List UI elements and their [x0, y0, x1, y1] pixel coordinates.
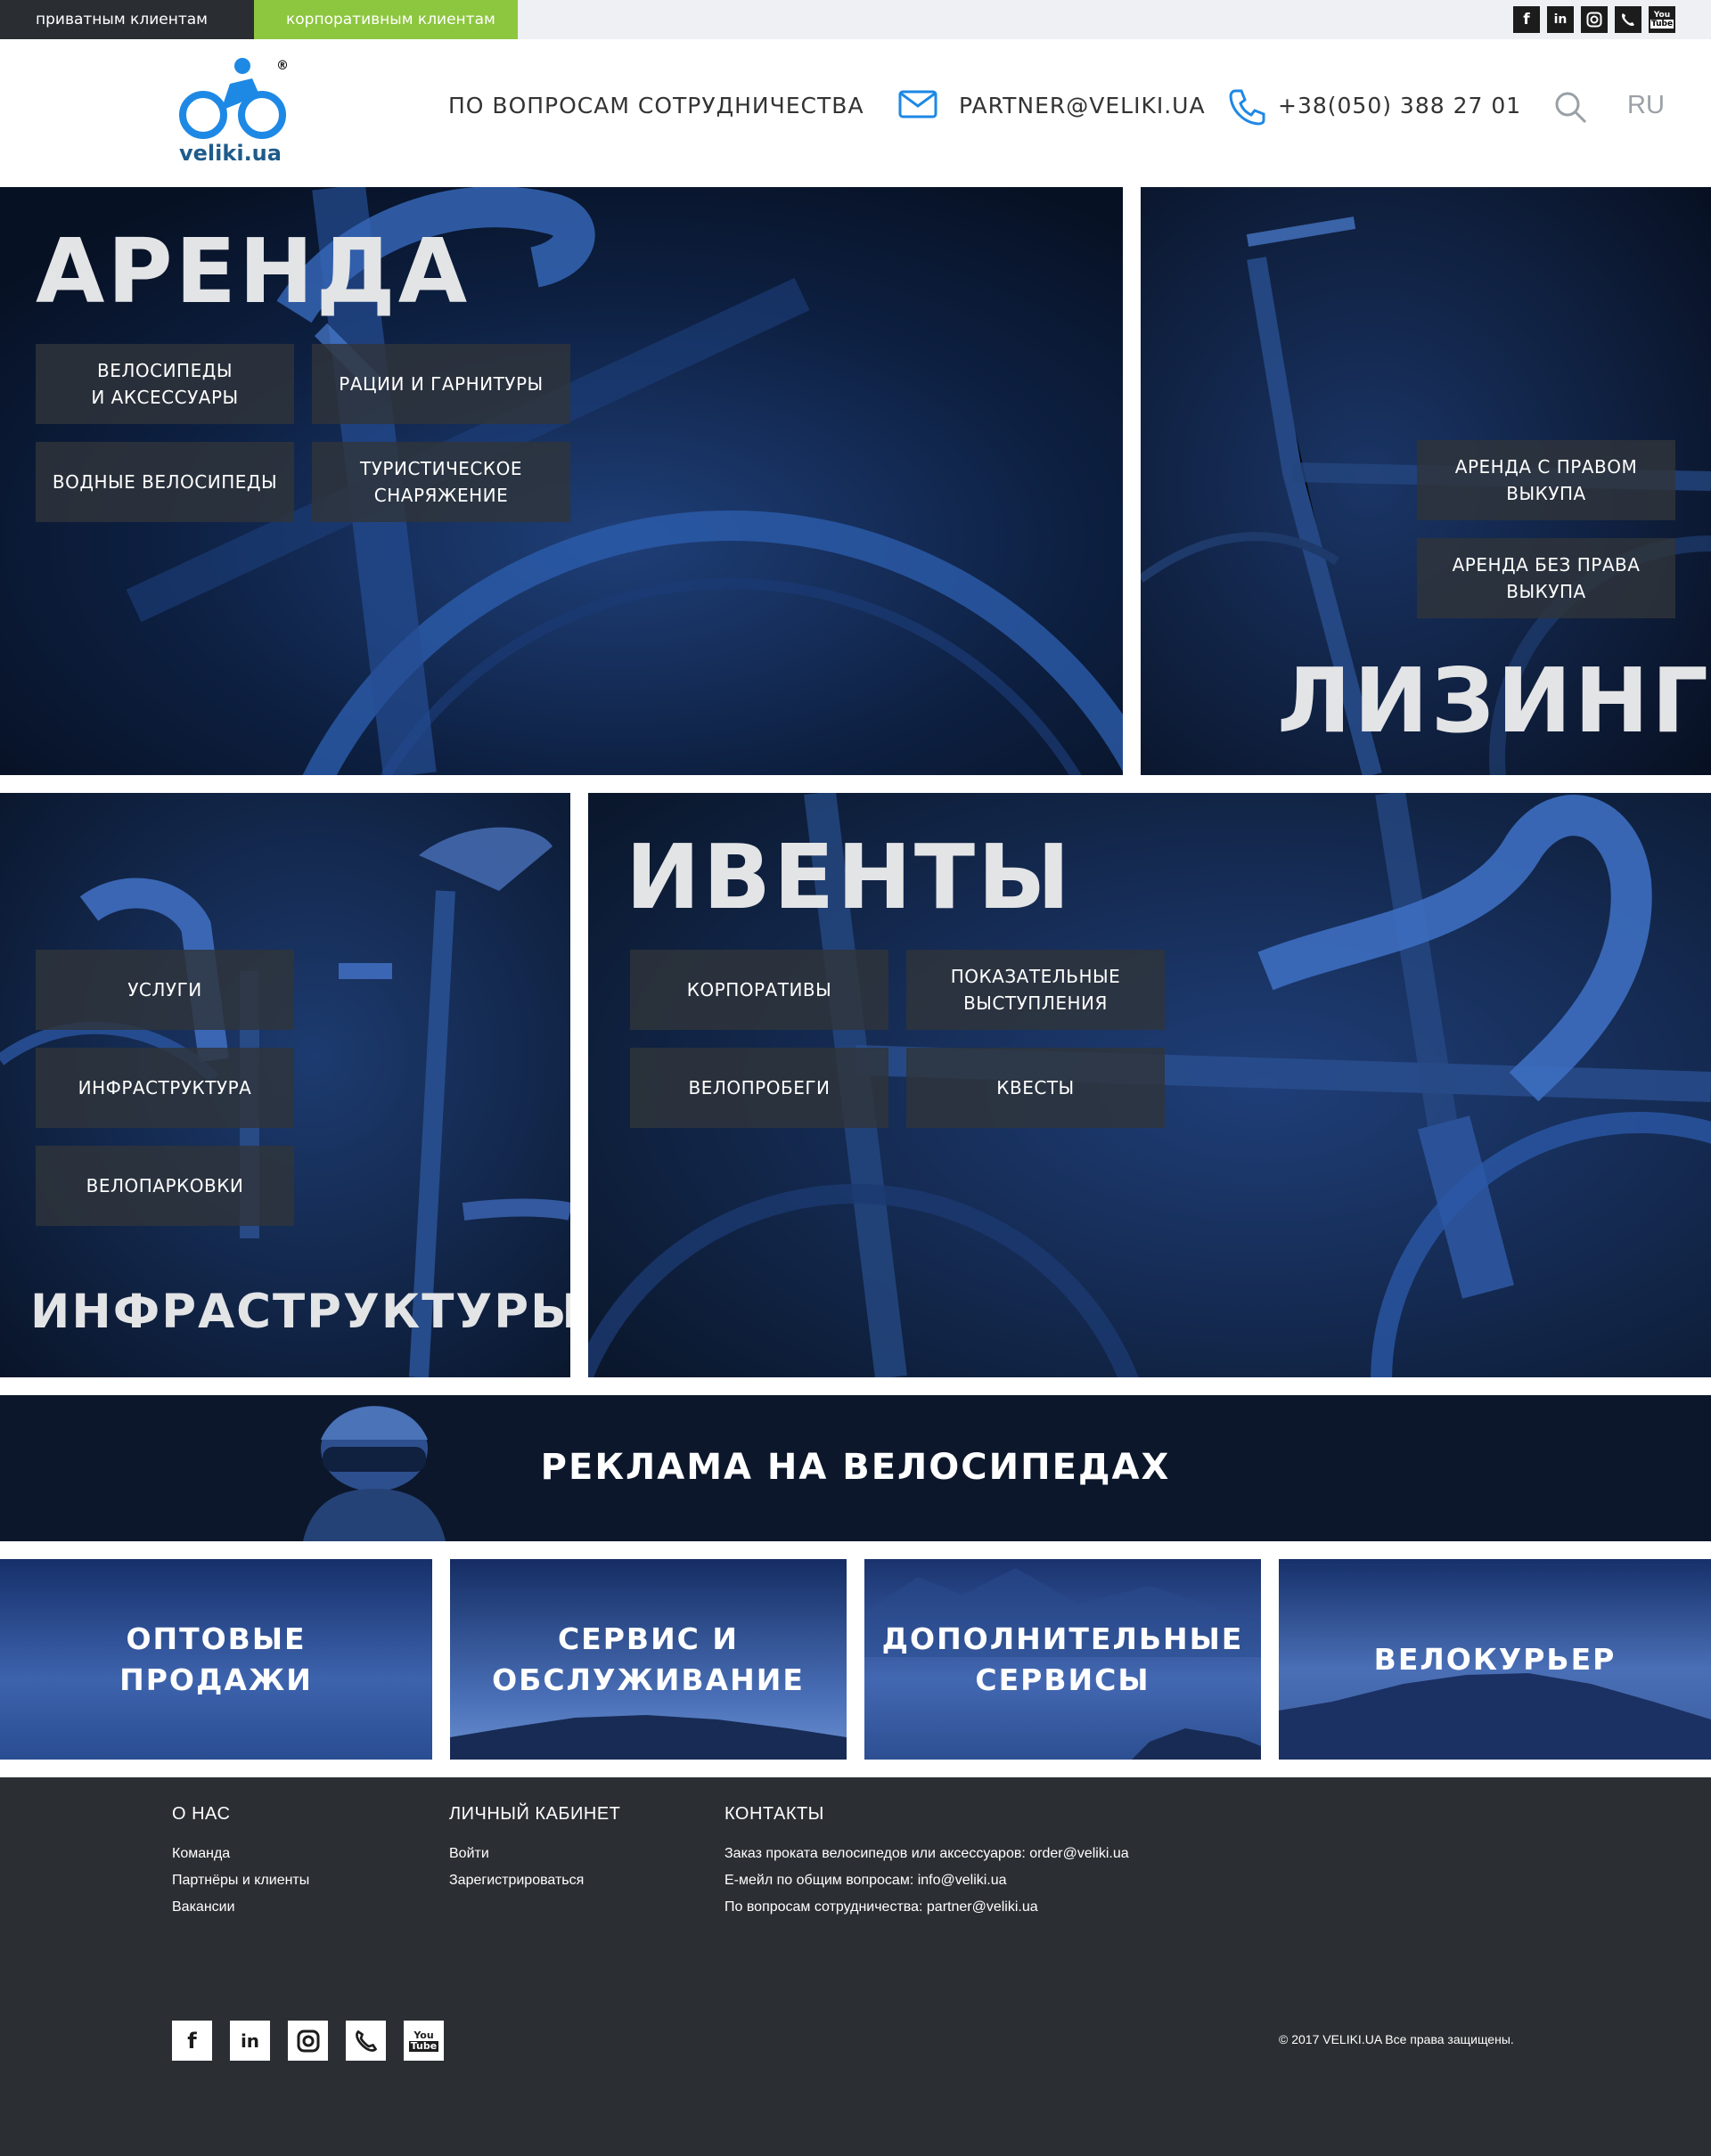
- footer-link-register[interactable]: Зарегистрироваться: [449, 1867, 620, 1894]
- youtube-icon[interactable]: You Tube: [1649, 6, 1675, 33]
- services-button[interactable]: УСЛУГИ: [36, 950, 294, 1030]
- bike-rides-button[interactable]: ВЕЛОПРОБЕГИ: [630, 1048, 888, 1128]
- footer-contact-order[interactable]: Заказ проката велосипедов или аксессуаро…: [725, 1841, 1129, 1867]
- phone-link[interactable]: +38(050) 388 27 01: [1278, 93, 1521, 118]
- footer-about: О НАС Команда Партнёры и клиенты Ваканси…: [172, 1804, 309, 1921]
- tab-corporate-clients[interactable]: корпоративным клиентам: [254, 0, 518, 39]
- language-switch[interactable]: RU: [1627, 91, 1665, 120]
- footer-about-title: О НАС: [172, 1804, 231, 1824]
- footer-social-links: f in You Tube: [172, 2021, 444, 2061]
- logo-bike-icon: ®: [179, 58, 289, 139]
- rent-panel[interactable]: АРЕНДА ВЕЛОСИПЕДЫ И АКСЕССУАРЫ РАЦИИ И Г…: [0, 187, 1123, 775]
- footer-cabinet-title: ЛИЧНЫЙ КАБИНЕТ: [449, 1804, 621, 1824]
- tab-private-clients[interactable]: приватным клиентам: [0, 0, 266, 39]
- footer-contact-info[interactable]: E-мейл по общим вопросам: info@veliki.ua: [725, 1867, 1129, 1894]
- lease-without-buyout-button[interactable]: АРЕНДА БЕЗ ПРАВА ВЫКУПА: [1417, 538, 1675, 618]
- youtube-icon[interactable]: You Tube: [404, 2021, 444, 2061]
- events-title: ИВЕНТЫ: [626, 825, 1073, 929]
- footer-contact-partner[interactable]: По вопросам сотрудничества: partner@veli…: [725, 1894, 1129, 1921]
- svg-text:®: ®: [276, 59, 289, 73]
- cooperation-label: ПО ВОПРОСАМ СОТРУДНИЧЕСТВА: [448, 93, 864, 118]
- wholesale-tile[interactable]: ОПТОВЫЕ ПРОДАЖИ: [0, 1559, 432, 1760]
- logo-text: veliki.ua: [179, 141, 282, 166]
- mail-icon: [898, 90, 937, 118]
- rent-title: АРЕНДА: [36, 219, 471, 323]
- footer-link-team[interactable]: Команда: [172, 1841, 309, 1867]
- demo-performances-button[interactable]: ПОКАЗАТЕЛЬНЫЕ ВЫСТУПЛЕНИЯ: [906, 950, 1165, 1030]
- corporate-events-button[interactable]: КОРПОРАТИВЫ: [630, 950, 888, 1030]
- viber-icon[interactable]: [1615, 6, 1641, 33]
- phone-icon: [1229, 89, 1265, 126]
- wholesale-title: ОПТОВЫЕ ПРОДАЖИ: [119, 1621, 313, 1697]
- lease-with-buyout-button[interactable]: АРЕНДА С ПРАВОМ ВЫКУПА: [1417, 440, 1675, 520]
- courier-tile[interactable]: ВЕЛОКУРЬЕР: [1279, 1559, 1711, 1760]
- leasing-panel[interactable]: АРЕНДА С ПРАВОМ ВЫКУПА АРЕНДА БЕЗ ПРАВА …: [1141, 187, 1711, 775]
- partner-email-link[interactable]: PARTNER@VELIKI.UA: [959, 93, 1206, 118]
- infrastructure-panel[interactable]: УСЛУГИ ИНФРАСТРУКТУРА ВЕЛОПАРКОВКИ ИНФРА…: [0, 793, 570, 1377]
- footer-cabinet: ЛИЧНЫЙ КАБИНЕТ Войти Зарегистрироваться: [449, 1804, 620, 1894]
- facebook-icon[interactable]: f: [1513, 6, 1540, 33]
- social-links: f in You Tube: [1513, 6, 1675, 33]
- infrastructure-title: ИНФРАСТРУКТУРЫ: [30, 1285, 570, 1339]
- leasing-title: ЛИЗИНГ: [1277, 649, 1711, 753]
- footer-contacts: КОНТАКТЫ Заказ проката велосипедов или а…: [725, 1804, 1129, 1921]
- courier-title: ВЕЛОКУРЬЕР: [1373, 1641, 1617, 1677]
- copyright: © 2017 VELIKI.UA Все права защищены.: [1279, 2032, 1514, 2046]
- service-title: СЕРВИС И ОБСЛУЖИВАНИЕ: [492, 1621, 805, 1697]
- advertising-banner[interactable]: РЕКЛАМА НА ВЕЛОСИПЕДАХ: [0, 1395, 1711, 1541]
- logo[interactable]: ® veliki.ua: [176, 57, 292, 173]
- advertising-title: РЕКЛАМА НА ВЕЛОСИПЕДАХ: [540, 1447, 1171, 1488]
- extra-services-title: ДОПОЛНИТЕЛЬНЫЕ СЕРВИСЫ: [881, 1621, 1244, 1697]
- instagram-icon[interactable]: [288, 2021, 328, 2061]
- linkedin-icon[interactable]: in: [230, 2021, 270, 2061]
- search-icon[interactable]: [1554, 91, 1588, 125]
- infrastructure-button[interactable]: ИНФРАСТРУКТУРА: [36, 1048, 294, 1128]
- top-bar: приватным клиентам корпоративным клиента…: [0, 0, 1711, 39]
- footer-contacts-title: КОНТАКТЫ: [725, 1804, 824, 1824]
- footer-link-vacancies[interactable]: Вакансии: [172, 1894, 309, 1921]
- instagram-icon[interactable]: [1581, 6, 1608, 33]
- site-footer: О НАС Команда Партнёры и клиенты Ваканси…: [0, 1777, 1711, 2156]
- rent-bikes-accessories-button[interactable]: ВЕЛОСИПЕДЫ И АКСЕССУАРЫ: [36, 344, 294, 424]
- rent-radios-headsets-button[interactable]: РАЦИИ И ГАРНИТУРЫ: [312, 344, 570, 424]
- events-panel[interactable]: ИВЕНТЫ КОРПОРАТИВЫ ПОКАЗАТЕЛЬНЫЕ ВЫСТУПЛ…: [588, 793, 1711, 1377]
- site-header: ® veliki.ua ПО ВОПРОСАМ СОТРУДНИЧЕСТВА P…: [0, 39, 1711, 187]
- quests-button[interactable]: КВЕСТЫ: [906, 1048, 1165, 1128]
- bike-parking-button[interactable]: ВЕЛОПАРКОВКИ: [36, 1146, 294, 1226]
- footer-link-login[interactable]: Войти: [449, 1841, 620, 1867]
- viber-icon[interactable]: [346, 2021, 386, 2061]
- extra-services-tile[interactable]: ДОПОЛНИТЕЛЬНЫЕ СЕРВИСЫ: [864, 1559, 1261, 1760]
- footer-link-partners[interactable]: Партнёры и клиенты: [172, 1867, 309, 1894]
- facebook-icon[interactable]: f: [172, 2021, 212, 2061]
- linkedin-icon[interactable]: in: [1547, 6, 1574, 33]
- rent-tourist-gear-button[interactable]: ТУРИСТИЧЕСКОЕ СНАРЯЖЕНИЕ: [312, 442, 570, 522]
- service-tile[interactable]: СЕРВИС И ОБСЛУЖИВАНИЕ: [450, 1559, 847, 1760]
- rent-water-bikes-button[interactable]: ВОДНЫЕ ВЕЛОСИПЕДЫ: [36, 442, 294, 522]
